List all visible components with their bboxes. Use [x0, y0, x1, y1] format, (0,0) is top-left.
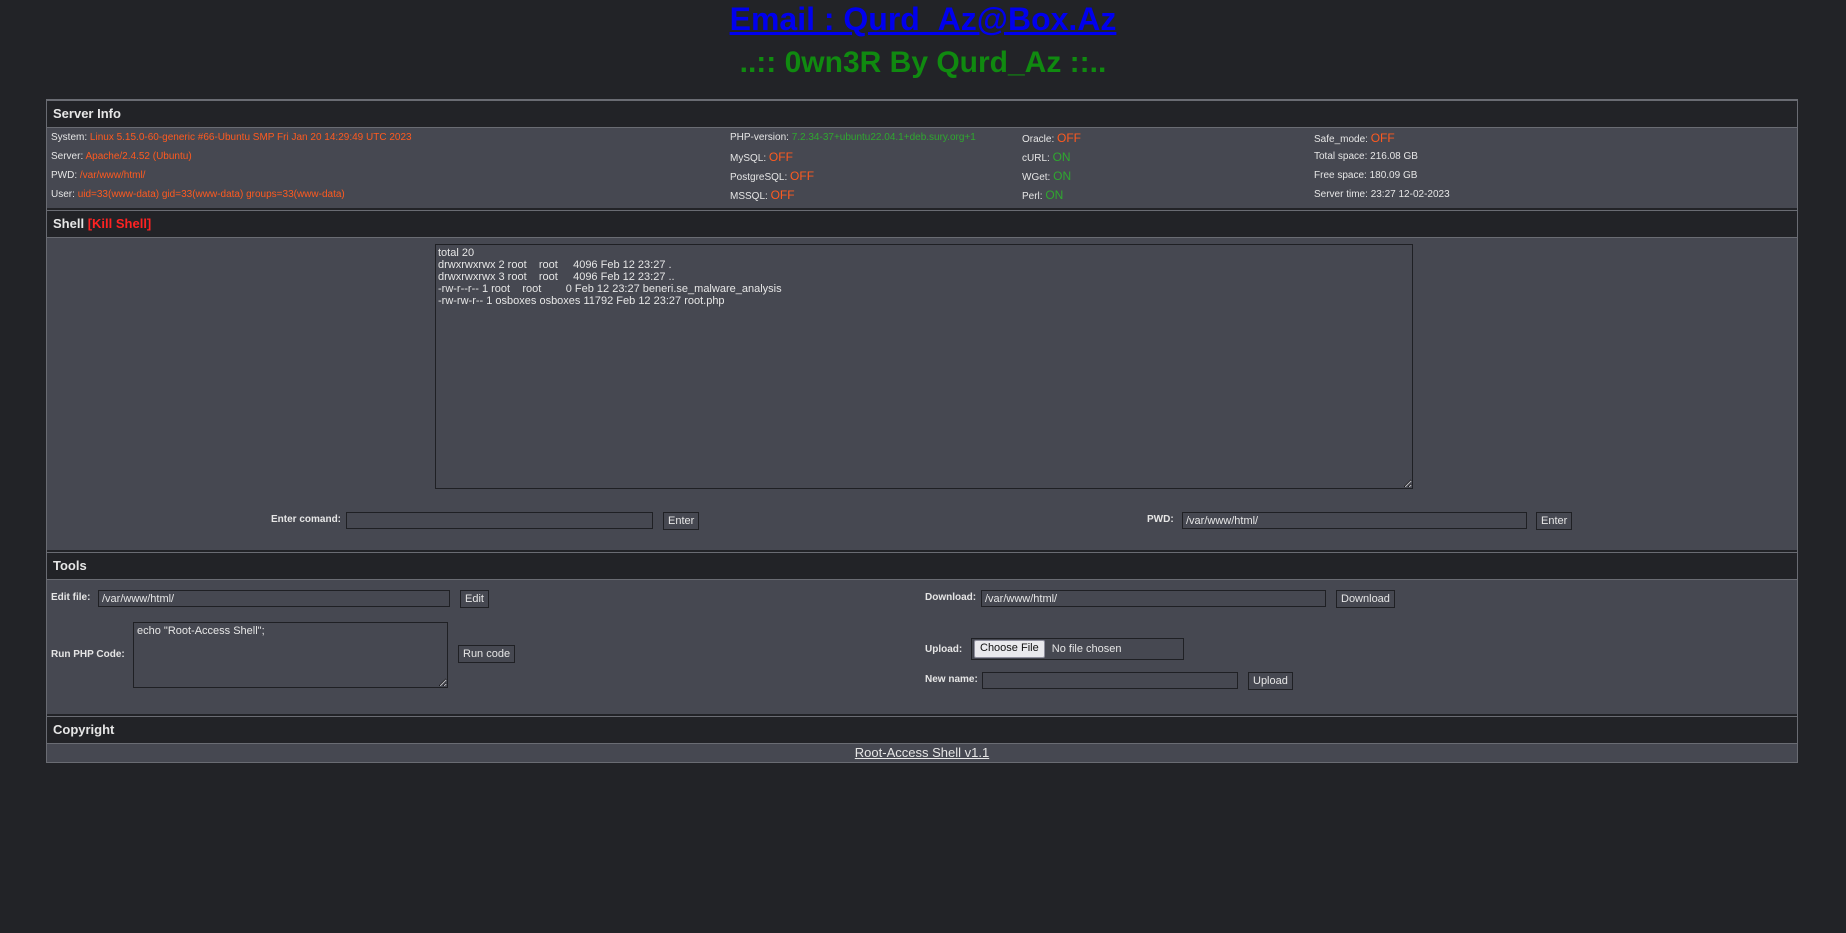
tools-header: Tools — [47, 552, 1797, 580]
server-time-row: Server time: 23:27 12-02-2023 — [1314, 189, 1450, 200]
email-link[interactable]: Email : Qurd_Az@Box.Az — [0, 0, 1846, 38]
pwd-enter-button[interactable]: Enter — [1536, 512, 1573, 530]
system-value: Linux 5.15.0-60-generic #66-Ubuntu SMP F… — [89, 132, 412, 143]
php-version-value: 7.2.34-37+ubuntu22.04.1+deb.sury.org+1 — [791, 132, 976, 143]
owner-banner: ..:: 0wn3R By Qurd_Az ::.. — [739, 46, 1107, 79]
curl-row: cURL: ON — [1022, 150, 1071, 164]
mysql-value: OFF — [768, 150, 793, 164]
wget-row: WGet: ON — [1022, 169, 1072, 183]
server-row: Server: Apache/2.4.52 (Ubuntu) — [51, 151, 192, 162]
oracle-row: Oracle: OFF — [1022, 131, 1082, 145]
shell-header: Shell [Kill Shell] — [47, 210, 1797, 238]
safe-mode-row: Safe_mode: OFF — [1314, 131, 1395, 145]
command-enter-button[interactable]: Enter — [663, 512, 700, 530]
shell-title: Shell — [53, 216, 85, 231]
run-code-button[interactable]: Run code — [458, 645, 516, 663]
server-info-title: Server Info — [53, 106, 121, 121]
total-space-value: 216.08 GB — [1370, 151, 1418, 162]
no-file-text: No file chosen — [1051, 643, 1122, 656]
edit-button[interactable]: Edit — [460, 590, 489, 608]
free-space-row: Free space: 180.09 GB — [1314, 170, 1418, 181]
download-input[interactable] — [981, 590, 1326, 607]
choose-file-button[interactable]: Choose File — [974, 640, 1045, 659]
upload-button[interactable]: Upload — [1248, 672, 1293, 690]
postgresql-value: OFF — [790, 169, 815, 183]
new-name-input[interactable] — [982, 672, 1238, 689]
pwd-input[interactable] — [1182, 512, 1527, 529]
mssql-row: MSSQL: OFF — [730, 188, 795, 202]
copyright-title: Copyright — [53, 722, 115, 737]
server-info-panel: System: Linux 5.15.0-60-generic #66-Ubun… — [47, 128, 1797, 208]
shell-output[interactable]: total 20 drwxrwxrwx 2 root root 4096 Feb… — [435, 244, 1413, 489]
php-code-input[interactable]: echo "Root-Access Shell"; — [133, 622, 448, 688]
pwd-value: /var/www/html/ — [79, 170, 146, 181]
perl-row: Perl: ON — [1022, 188, 1064, 202]
postgresql-row: PostgreSQL: OFF — [730, 169, 815, 183]
oracle-value: OFF — [1057, 131, 1082, 145]
mysql-row: MySQL: OFF — [730, 150, 793, 164]
edit-file-label: Edit file: — [51, 592, 91, 603]
tools-panel: Edit file: Edit Run PHP Code: echo "Root… — [47, 580, 1797, 714]
command-input[interactable] — [346, 512, 653, 529]
server-info-header: Server Info — [47, 100, 1797, 128]
user-value: uid=33(www-data) gid=33(www-data) groups… — [77, 189, 345, 200]
system-row: System: Linux 5.15.0-60-generic #66-Ubun… — [51, 132, 412, 143]
copyright-panel: Root-Access Shell v1.1 — [47, 744, 1797, 762]
curl-value: ON — [1052, 150, 1071, 164]
command-label: Enter comand: — [271, 514, 342, 525]
server-value: Apache/2.4.52 (Ubuntu) — [85, 151, 192, 162]
run-php-label: Run PHP Code: — [51, 649, 125, 660]
total-space-row: Total space: 216.08 GB — [1314, 151, 1418, 162]
edit-file-input[interactable] — [98, 590, 450, 607]
user-row: User: uid=33(www-data) gid=33(www-data) … — [51, 189, 345, 200]
download-button[interactable]: Download — [1336, 590, 1395, 608]
upload-label: Upload: — [925, 644, 963, 655]
perl-value: ON — [1045, 188, 1064, 202]
new-name-label: New name: — [925, 674, 978, 685]
wget-value: ON — [1053, 169, 1072, 183]
copyright-header: Copyright — [47, 716, 1797, 744]
main-frame: Server Info System: Linux 5.15.0-60-gene… — [46, 99, 1798, 763]
shell-panel: total 20 drwxrwxrwx 2 root root 4096 Feb… — [47, 238, 1797, 550]
download-label: Download: — [925, 592, 977, 603]
server-time-value: 23:27 12-02-2023 — [1370, 189, 1450, 200]
upload-file-input[interactable]: Choose File No file chosen — [971, 638, 1184, 660]
tools-title: Tools — [53, 558, 87, 573]
kill-shell-link[interactable]: [Kill Shell] — [88, 216, 152, 231]
mssql-value: OFF — [770, 188, 795, 202]
pwd-label: PWD: — [1147, 514, 1174, 525]
php-version-row: PHP-version: 7.2.34-37+ubuntu22.04.1+deb… — [730, 132, 976, 143]
free-space-value: 180.09 GB — [1369, 170, 1418, 181]
safe-mode-value: OFF — [1370, 131, 1395, 145]
pwd-row: PWD: /var/www/html/ — [51, 170, 146, 181]
copyright-link[interactable]: Root-Access Shell v1.1 — [47, 744, 1797, 762]
